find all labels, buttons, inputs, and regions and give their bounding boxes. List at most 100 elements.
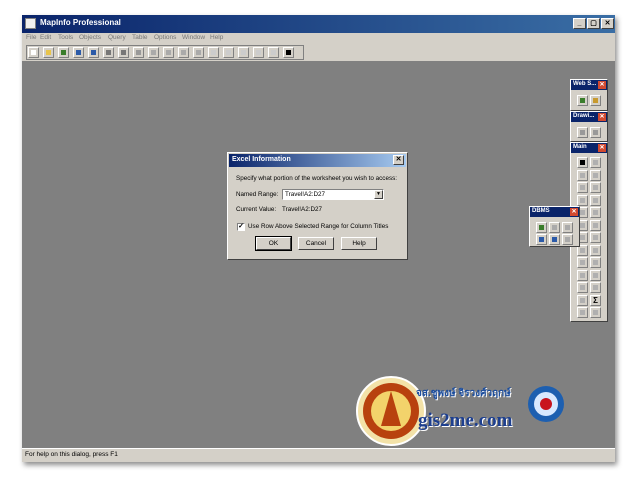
menu-help[interactable]: Help (210, 34, 223, 41)
layout-icon[interactable] (577, 282, 588, 293)
status-bar: For help on this dialog, press F1 (22, 448, 615, 462)
ok-button[interactable]: OK (255, 236, 292, 251)
main-palette-close-button[interactable]: ✕ (598, 144, 606, 152)
sigma-icon[interactable]: Σ (590, 294, 601, 306)
line-tool-icon[interactable] (577, 127, 588, 138)
dbms-palette-title: DBMS (532, 208, 550, 214)
dbms-disconnect-icon[interactable] (562, 222, 573, 233)
instruction-text: Specify what portion of the worksheet yo… (236, 175, 398, 182)
new-layout-icon[interactable] (253, 47, 264, 58)
menu-window[interactable]: Window (182, 34, 205, 41)
watermark-thai-name: จส.ชูพงษ์ จิรวงศ์วฤกษ์ (416, 388, 511, 399)
minimize-button[interactable]: _ (573, 18, 586, 29)
layer-control-icon[interactable] (590, 244, 601, 256)
boundary-select-icon[interactable] (590, 169, 601, 181)
named-range-label: Named Range: (236, 191, 279, 198)
current-value-label: Current Value: (236, 206, 277, 213)
save-workspace-icon[interactable] (88, 47, 99, 58)
grabber-icon[interactable] (590, 194, 601, 206)
new-browser-icon[interactable] (208, 47, 219, 58)
help-button[interactable]: Help (341, 237, 377, 250)
drawing-palette: Drawi... ✕ (570, 111, 608, 142)
hotlink-icon[interactable] (590, 207, 601, 218)
cancel-button[interactable]: Cancel (298, 237, 334, 250)
close-dbms-connection-icon[interactable] (549, 222, 560, 233)
web-services-palette: Web S... ✕ (570, 79, 608, 111)
checkbox-label[interactable]: Use Row Above Selected Range for Column … (248, 223, 388, 230)
save-copy-icon[interactable] (103, 47, 114, 58)
drag-window-icon[interactable] (590, 219, 601, 231)
polyline-tool-icon[interactable] (590, 127, 601, 138)
refresh-dbms-table-icon[interactable] (549, 234, 560, 245)
named-range-dropdown[interactable]: Travel!A2:D27 ▼ (282, 189, 384, 200)
dbms-palette-close-button[interactable]: ✕ (570, 208, 578, 216)
change-view-icon[interactable] (577, 194, 588, 206)
new-redistrict-icon[interactable] (268, 47, 279, 58)
paste-icon[interactable] (178, 47, 189, 58)
redistrict-icon[interactable] (590, 282, 601, 293)
cut-icon[interactable] (148, 47, 159, 58)
save-icon[interactable] (73, 47, 84, 58)
palette-title-bar[interactable]: Main ✕ (571, 143, 607, 153)
graph-zoom-icon[interactable] (590, 269, 601, 281)
map-icon[interactable] (590, 307, 601, 318)
print-preview-icon[interactable] (133, 47, 144, 58)
legend-icon[interactable] (590, 232, 601, 243)
menu-bar: File Edit Tools Objects Query Table Opti… (22, 33, 615, 44)
dbms-palette: DBMS ✕ (529, 206, 580, 247)
set-clip-icon[interactable] (590, 257, 601, 268)
palette-title-bar[interactable]: Web S... ✕ (571, 80, 607, 90)
new-grapher-icon[interactable] (238, 47, 249, 58)
open-workspace-icon[interactable] (58, 47, 69, 58)
palette-title-bar[interactable]: DBMS ✕ (530, 207, 579, 217)
print-icon[interactable] (118, 47, 129, 58)
use-row-above-checkbox[interactable]: ✓ (237, 223, 245, 231)
watermark-site: gis2me.com (418, 410, 513, 431)
menu-file[interactable]: File (26, 34, 36, 41)
radius-select-icon[interactable] (577, 169, 588, 181)
drawing-palette-title: Drawi... (573, 113, 595, 119)
open-dbms-connection-icon[interactable] (536, 222, 547, 233)
menu-objects[interactable]: Objects (79, 34, 101, 41)
open-icon[interactable] (43, 47, 54, 58)
drawing-palette-close-button[interactable]: ✕ (598, 113, 606, 121)
window-title: MapInfo Professional (40, 18, 121, 27)
graph-select-icon[interactable] (577, 269, 588, 281)
menu-tools[interactable]: Tools (58, 34, 73, 41)
show-statistics-icon[interactable] (577, 294, 588, 306)
undo-icon[interactable] (193, 47, 204, 58)
menu-table[interactable]: Table (132, 34, 148, 41)
dialog-title-bar: Excel Information ✕ (229, 154, 406, 167)
excel-information-dialog: Excel Information ✕ Specify what portion… (227, 152, 408, 260)
select-icon[interactable] (577, 157, 588, 168)
web-palette-title: Web S... (573, 81, 597, 87)
web-map-service-icon[interactable] (590, 95, 601, 106)
marquee-select-icon[interactable] (590, 157, 601, 168)
maximize-button[interactable]: ▢ (587, 18, 600, 29)
open-dbms-table-icon[interactable] (536, 234, 547, 245)
table-icon[interactable] (577, 307, 588, 318)
current-value: Travel!A2:D27 (282, 206, 323, 213)
dialog-close-button[interactable]: ✕ (393, 155, 404, 165)
zoom-out-icon[interactable] (590, 182, 601, 193)
app-icon[interactable] (25, 18, 36, 29)
main-palette-title: Main (573, 144, 587, 150)
title-bar: MapInfo Professional _ ▢ ✕ (22, 15, 615, 33)
dbms-save-icon[interactable] (562, 234, 573, 245)
new-mapper-icon[interactable] (223, 47, 234, 58)
zoom-in-icon[interactable] (577, 182, 588, 193)
menu-query[interactable]: Query (108, 34, 126, 41)
new-icon[interactable] (28, 47, 39, 58)
clip-region-icon[interactable] (577, 257, 588, 268)
copy-icon[interactable] (163, 47, 174, 58)
status-text: For help on this dialog, press F1 (25, 451, 118, 458)
web-service-icon[interactable] (577, 95, 588, 106)
dropdown-arrow-icon[interactable]: ▼ (374, 190, 383, 199)
named-range-value: Travel!A2:D27 (285, 191, 326, 198)
help-icon[interactable] (283, 47, 294, 58)
menu-edit[interactable]: Edit (40, 34, 51, 41)
palette-title-bar[interactable]: Drawi... ✕ (571, 112, 607, 122)
menu-options[interactable]: Options (154, 34, 176, 41)
web-palette-close-button[interactable]: ✕ (598, 81, 606, 89)
close-button[interactable]: ✕ (601, 18, 614, 29)
